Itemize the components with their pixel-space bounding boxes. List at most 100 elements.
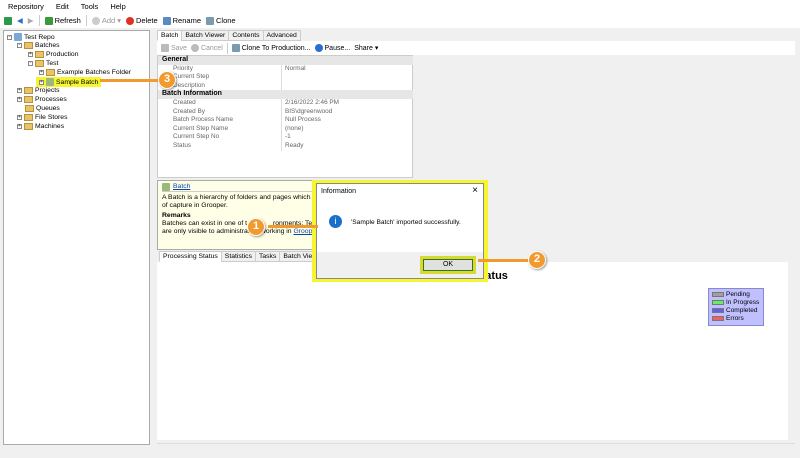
tree-label: Example Batches Folder [57, 69, 132, 76]
category-batch-information[interactable]: Batch Information [158, 90, 413, 99]
add-button[interactable]: Add ▾ [91, 16, 121, 25]
back-icon[interactable]: ◀ [17, 16, 23, 25]
folder-icon [24, 123, 33, 130]
folder-icon [24, 42, 33, 49]
bottom-tabs: Processing Status Statistics Tasks Batch… [159, 251, 339, 262]
tab-tasks[interactable]: Tasks [254, 251, 281, 262]
collapse-icon: - [7, 33, 12, 40]
ok-button[interactable]: OK [423, 259, 473, 271]
property-row[interactable]: Current Step No -1 [158, 133, 413, 142]
pause-label: Pause... [324, 44, 351, 52]
clone-to-production-button[interactable]: Clone To Production... [231, 44, 311, 52]
expand-icon: + [28, 51, 33, 57]
status-bar [157, 443, 795, 452]
refresh-button[interactable]: Refresh [44, 16, 81, 25]
expand-icon: + [17, 87, 22, 93]
help-title-link[interactable]: Batch [173, 183, 190, 191]
tree-label: Machines [35, 123, 65, 130]
collapse-icon: - [17, 42, 22, 48]
menu-edit[interactable]: Edit [56, 2, 69, 11]
delete-button[interactable]: Delete [125, 16, 158, 25]
pause-button[interactable]: Pause... [314, 44, 351, 52]
property-row[interactable]: Status Ready [158, 142, 413, 151]
menu-bar: Repository Edit Tools Help [0, 0, 800, 13]
property-row[interactable]: Priority Normal [158, 64, 413, 74]
expand-icon: + [17, 114, 22, 120]
property-row[interactable]: Description [158, 81, 413, 91]
tree-item-example-batches-folder[interactable]: + Example Batches Folder [39, 69, 131, 76]
property-name: Priority [173, 64, 193, 72]
rename-icon [162, 16, 171, 25]
legend-swatch [712, 299, 724, 305]
tree-item-machines[interactable]: + Machines [17, 123, 64, 130]
expand-icon: + [39, 78, 44, 85]
help-fragment: Batches can exist in one of t [162, 220, 248, 227]
tree-item-queues[interactable]: Queues [25, 105, 60, 112]
legend-swatch [712, 291, 724, 297]
menu-repository[interactable]: Repository [8, 2, 44, 11]
dialog-title: Information [321, 188, 357, 195]
ok-highlight: OK [420, 256, 476, 274]
category-general[interactable]: General [158, 56, 413, 65]
tree-item-test[interactable]: - Test [28, 60, 58, 67]
property-row[interactable]: Created 2/16/2022 2:46 PM [158, 99, 413, 108]
callout-arrow [268, 225, 318, 228]
tree-item-processes[interactable]: + Processes [17, 96, 67, 103]
tab-advanced[interactable]: Advanced [262, 30, 301, 41]
cancel-icon [190, 44, 199, 52]
expand-icon: + [17, 96, 22, 102]
legend-label: Completed [726, 307, 758, 314]
tab-batch-viewer[interactable]: Batch Viewer [181, 30, 230, 41]
tree-item-test-repo[interactable]: - Test Repo [7, 33, 55, 41]
property-row[interactable]: Current Step [158, 73, 413, 82]
help-fragment: are only visible to administrators worki… [162, 228, 294, 235]
save-label: Save [171, 44, 187, 52]
tree-item-sample-batch[interactable]: + Sample Batch [36, 77, 102, 87]
info-icon: i [329, 215, 342, 228]
tree-item-projects[interactable]: + Projects [17, 87, 60, 94]
legend-item: Errors [712, 315, 760, 323]
save-icon [161, 44, 169, 52]
clone-button[interactable]: Clone [206, 16, 236, 25]
menu-help[interactable]: Help [110, 2, 125, 11]
property-row[interactable]: Batch Process Name Null Process [158, 116, 413, 125]
legend-item: Pending [712, 291, 760, 299]
panel-toggle-icon[interactable] [4, 16, 12, 25]
forward-icon[interactable]: ▶ [28, 16, 34, 25]
property-name: Created By [173, 107, 205, 115]
add-icon [91, 16, 100, 25]
property-row[interactable]: Current Step Name (none) [158, 124, 413, 134]
information-dialog: Information × i 'Sample Batch' imported … [316, 183, 484, 279]
callout-3: 3 [158, 71, 176, 89]
tab-statistics[interactable]: Statistics [220, 251, 256, 262]
tree-label: Processes [35, 96, 67, 103]
property-value: (none) [281, 124, 303, 134]
legend-swatch [712, 315, 724, 321]
close-icon[interactable]: × [472, 185, 478, 196]
tree-item-file-stores[interactable]: + File Stores [17, 114, 67, 121]
tab-batch[interactable]: Batch [157, 30, 183, 41]
property-value: Null Process [281, 116, 321, 125]
folder-icon [24, 96, 33, 103]
cancel-button[interactable]: Cancel [190, 44, 223, 52]
tree-item-production[interactable]: + Production [28, 51, 79, 58]
tab-processing-status[interactable]: Processing Status [159, 251, 222, 262]
folder-icon [24, 114, 33, 121]
save-button[interactable]: Save [161, 44, 187, 52]
property-name: Batch Process Name [173, 116, 234, 124]
folder-icon [35, 60, 44, 67]
menu-tools[interactable]: Tools [81, 2, 99, 11]
tree-label: File Stores [35, 114, 68, 121]
property-value: Ready [281, 142, 303, 151]
clone-label: Clone [216, 16, 236, 25]
add-label: Add [101, 16, 116, 25]
callout-arrow [478, 259, 530, 262]
share-button[interactable]: Share ▾ [354, 44, 378, 53]
tab-contents[interactable]: Contents [228, 30, 264, 41]
expand-icon: + [39, 69, 44, 75]
tree-item-batches[interactable]: - Batches [17, 42, 60, 49]
property-row[interactable]: Created By BIS\dgreenwood [158, 107, 413, 117]
rename-button[interactable]: Rename [162, 16, 201, 25]
legend-label: Pending [726, 291, 750, 298]
tree-label: Queues [36, 105, 60, 112]
